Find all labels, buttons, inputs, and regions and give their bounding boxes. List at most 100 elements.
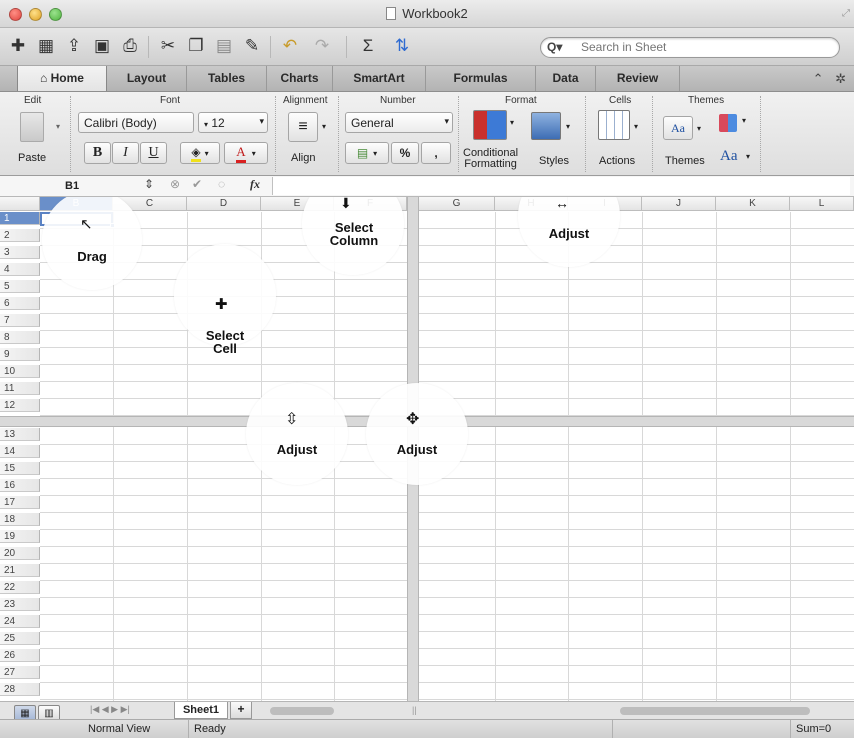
fill-color-button[interactable]: ◈ ▾ xyxy=(180,142,220,164)
gear-icon[interactable]: ✲ xyxy=(835,71,846,86)
right-horizontal-scrollbar[interactable] xyxy=(620,707,810,715)
bold-button[interactable]: B xyxy=(84,142,111,164)
comma-button[interactable]: , xyxy=(421,142,451,164)
paste-icon[interactable]: ▤ xyxy=(212,34,236,58)
themes-dropdown-icon[interactable]: ▾ xyxy=(697,124,701,133)
confirm-icon[interactable]: ✔ xyxy=(192,177,202,191)
row-header[interactable]: 23 xyxy=(0,598,40,611)
row-header[interactable]: 27 xyxy=(0,666,40,679)
autosum-icon[interactable]: Σ xyxy=(356,34,380,58)
row-header[interactable]: 13 xyxy=(0,428,40,441)
column-header-d[interactable]: D xyxy=(187,197,261,211)
theme-fonts-button[interactable]: Aa xyxy=(720,148,738,165)
row-header[interactable]: 18 xyxy=(0,513,40,526)
column-header-g[interactable]: G xyxy=(419,197,495,211)
paste-icon[interactable] xyxy=(20,112,44,142)
insert-function-button[interactable]: fx xyxy=(250,177,260,192)
print-icon[interactable]: ⎙ xyxy=(118,34,142,58)
row-header[interactable]: 2 xyxy=(0,229,40,242)
open-icon[interactable]: ⇪ xyxy=(62,34,86,58)
select-all-corner[interactable] xyxy=(0,197,40,211)
row-header[interactable]: 15 xyxy=(0,462,40,475)
italic-button[interactable]: I xyxy=(112,142,139,164)
tab-charts[interactable]: Charts xyxy=(267,66,333,91)
search-input[interactable] xyxy=(581,40,781,54)
row-header[interactable]: 12 xyxy=(0,399,40,412)
fullscreen-icon[interactable]: ⤢ xyxy=(842,8,850,19)
themes-icon[interactable]: Aa xyxy=(663,116,693,140)
column-header-l[interactable]: L xyxy=(790,197,854,211)
row-header[interactable]: 10 xyxy=(0,365,40,378)
sheet-tab-sheet1[interactable]: Sheet1 xyxy=(174,702,228,719)
save-icon[interactable]: ▣ xyxy=(90,34,114,58)
collapse-ribbon-icon[interactable]: ⌃ xyxy=(813,71,824,86)
row-header[interactable]: 5 xyxy=(0,280,40,293)
name-box[interactable]: B1 xyxy=(0,178,160,195)
theme-colors-icon[interactable] xyxy=(719,114,737,132)
tab-formulas[interactable]: Formulas xyxy=(426,66,536,91)
currency-button[interactable]: ▤ ▾ xyxy=(345,142,389,164)
scroll-split-handle[interactable]: || xyxy=(412,705,417,715)
sort-icon[interactable]: ⇅ xyxy=(390,34,414,58)
templates-icon[interactable]: ▦ xyxy=(34,34,58,58)
styles-label[interactable]: Styles xyxy=(539,155,569,167)
row-header[interactable]: 1 xyxy=(0,212,40,225)
tab-smartart[interactable]: SmartArt xyxy=(333,66,426,91)
underline-button[interactable]: U xyxy=(140,142,167,164)
tab-layout[interactable]: Layout xyxy=(107,66,187,91)
tab-home[interactable]: ⌂ Home xyxy=(17,66,107,91)
row-header[interactable]: 8 xyxy=(0,331,40,344)
cells-actions-icon[interactable] xyxy=(598,110,630,140)
left-horizontal-scrollbar[interactable] xyxy=(270,707,334,715)
row-header[interactable]: 21 xyxy=(0,564,40,577)
font-size-dropdown[interactable]: ▾ 12 ▾ xyxy=(198,112,268,133)
name-box-stepper-icon[interactable]: ⇕ xyxy=(144,177,154,191)
row-header[interactable]: 6 xyxy=(0,297,40,310)
paste-label[interactable]: Paste xyxy=(18,152,46,164)
align-label[interactable]: Align xyxy=(291,152,315,164)
font-name-dropdown[interactable]: Calibri (Body) xyxy=(78,112,194,133)
number-format-dropdown[interactable]: General ▾ xyxy=(345,112,453,133)
column-header-k[interactable]: K xyxy=(716,197,790,211)
row-header[interactable]: 22 xyxy=(0,581,40,594)
cut-icon[interactable]: ✂ xyxy=(156,34,180,58)
copy-icon[interactable]: ❐ xyxy=(184,34,208,58)
theme-fonts-dropdown-icon[interactable]: ▾ xyxy=(746,152,750,161)
align-dropdown-icon[interactable]: ▾ xyxy=(322,122,326,131)
add-sheet-button[interactable]: + xyxy=(230,702,252,719)
undo-icon[interactable]: ↶ xyxy=(278,34,302,58)
paste-dropdown-icon[interactable]: ▾ xyxy=(56,122,60,131)
themes-label[interactable]: Themes xyxy=(665,155,705,167)
conditional-formatting-icon[interactable] xyxy=(473,110,507,140)
tab-review[interactable]: Review xyxy=(596,66,680,91)
row-header[interactable]: 26 xyxy=(0,649,40,662)
actions-dropdown-icon[interactable]: ▾ xyxy=(634,122,638,131)
sheet-nav-arrows-icon[interactable]: |◀ ◀ ▶ ▶| xyxy=(90,704,130,715)
row-header[interactable]: 16 xyxy=(0,479,40,492)
spreadsheet-grid[interactable]: B C D E F G H I J K L 1 2 3 4 5 6 7 8 9 … xyxy=(0,197,854,701)
new-workbook-icon[interactable]: ✚ xyxy=(6,34,30,58)
row-header[interactable]: 24 xyxy=(0,615,40,628)
cancel-icon[interactable]: ⊗ xyxy=(170,177,180,191)
equals-icon[interactable]: ◌ xyxy=(218,177,225,191)
redo-icon[interactable]: ↷ xyxy=(310,34,334,58)
row-header[interactable]: 28 xyxy=(0,683,40,696)
row-header[interactable]: 7 xyxy=(0,314,40,327)
actions-label[interactable]: Actions xyxy=(599,155,635,167)
search-field[interactable]: Q▾ xyxy=(540,37,840,58)
row-header[interactable]: 14 xyxy=(0,445,40,458)
row-header[interactable]: 9 xyxy=(0,348,40,361)
column-header-j[interactable]: J xyxy=(642,197,716,211)
formula-input[interactable] xyxy=(272,177,850,195)
tab-tables[interactable]: Tables xyxy=(187,66,267,91)
font-color-button[interactable]: A ▾ xyxy=(224,142,268,164)
row-header[interactable]: 4 xyxy=(0,263,40,276)
format-painter-icon[interactable]: ✎ xyxy=(240,34,264,58)
row-header[interactable]: 19 xyxy=(0,530,40,543)
theme-colors-dropdown-icon[interactable]: ▾ xyxy=(742,116,746,125)
conditional-formatting-label[interactable]: Conditional Formatting xyxy=(463,148,518,170)
row-header[interactable]: 3 xyxy=(0,246,40,259)
row-header[interactable]: 25 xyxy=(0,632,40,645)
align-lines-icon[interactable]: ≡ xyxy=(288,112,318,142)
styles-dropdown-icon[interactable]: ▾ xyxy=(566,122,570,131)
